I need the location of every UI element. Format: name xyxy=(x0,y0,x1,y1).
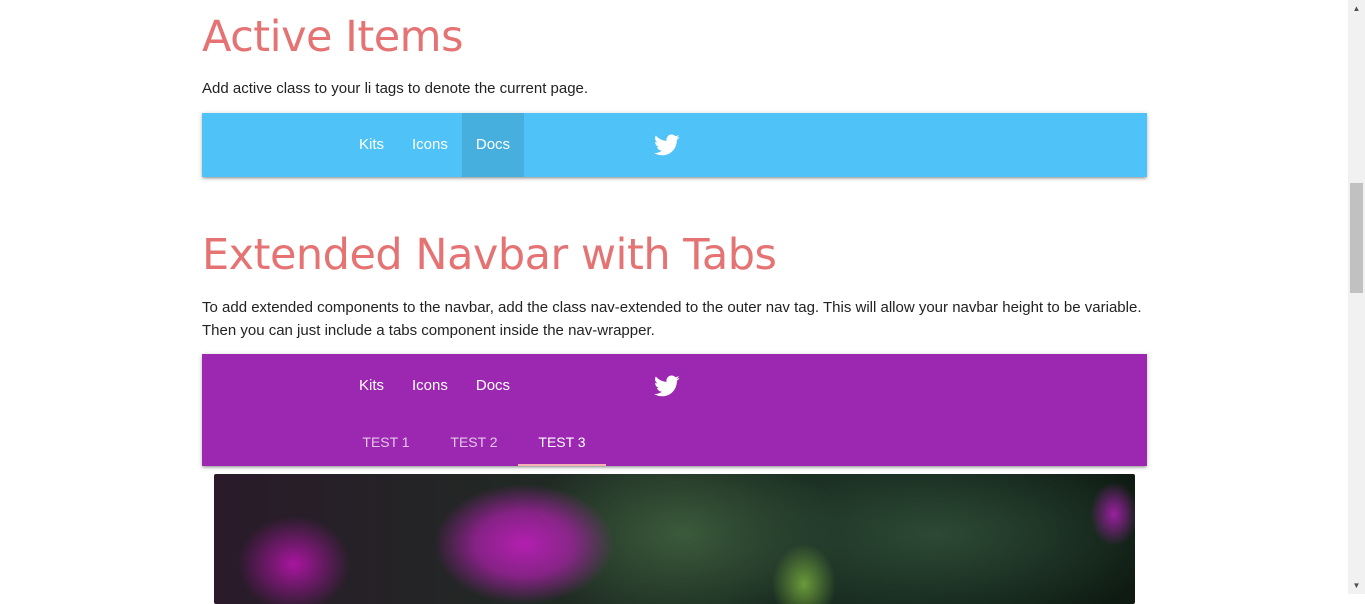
nav-link-docs-active[interactable]: Docs xyxy=(461,113,525,177)
nav-link-docs[interactable]: Docs xyxy=(462,354,524,418)
scroll-up-arrow-icon[interactable]: ▲ xyxy=(1348,0,1365,17)
twitter-icon[interactable] xyxy=(654,373,680,399)
tab-test-1[interactable]: Test 1 xyxy=(342,418,430,466)
description-line-1: To add extended components to the navbar… xyxy=(202,299,1142,316)
active-items-description: Add active class to your li tags to deno… xyxy=(202,80,589,97)
tab-test-2[interactable]: Test 2 xyxy=(430,418,518,466)
scroll-down-arrow-icon[interactable]: ▼ xyxy=(1348,577,1365,594)
tab-label: Test 1 xyxy=(362,434,410,450)
flower-image xyxy=(214,474,1135,604)
scrollbar-thumb[interactable] xyxy=(1350,183,1363,293)
extended-navbar-heading: Extended Navbar with Tabs xyxy=(202,230,777,280)
tab-label: Test 2 xyxy=(450,434,498,450)
active-navbar: Kits Icons Docs xyxy=(202,113,1147,177)
tab-test-3[interactable]: Test 3 xyxy=(518,418,606,466)
tab-indicator xyxy=(518,464,606,466)
nav-link-kits[interactable]: Kits xyxy=(345,354,398,418)
navbar-tabs: Test 1 Test 2 Test 3 xyxy=(342,418,606,466)
extended-navbar-description: To add extended components to the navbar… xyxy=(202,296,1142,342)
active-navbar-links: Kits Icons Docs xyxy=(345,113,525,177)
active-items-heading: Active Items xyxy=(202,12,463,62)
extended-navbar: Kits Icons Docs Test 1 Test 2 Test 3 xyxy=(202,354,1147,466)
extended-navbar-links: Kits Icons Docs xyxy=(345,354,524,418)
tab-label: Test 3 xyxy=(538,434,586,450)
description-line-2: Then you can just include a tabs compone… xyxy=(202,322,655,339)
nav-link-icons[interactable]: Icons xyxy=(398,113,462,177)
vertical-scrollbar[interactable]: ▲ ▼ xyxy=(1348,0,1365,594)
twitter-icon[interactable] xyxy=(654,132,680,158)
nav-link-kits[interactable]: Kits xyxy=(345,113,398,177)
nav-link-icons[interactable]: Icons xyxy=(398,354,462,418)
